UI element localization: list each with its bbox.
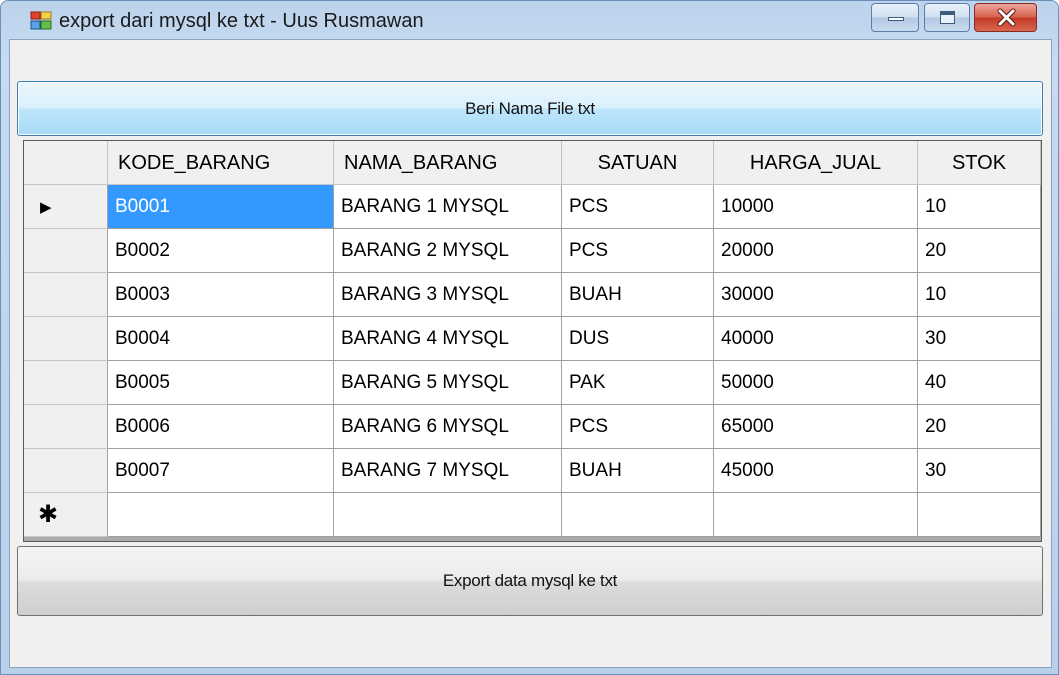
table-cell[interactable]: DUS bbox=[562, 317, 714, 361]
table-cell[interactable]: BUAH bbox=[562, 273, 714, 317]
close-icon bbox=[997, 8, 1016, 27]
new-row-cell[interactable] bbox=[108, 493, 334, 537]
app-window: export dari mysql ke txt - Uus Rusmawan … bbox=[0, 0, 1059, 675]
column-header-harga-jual[interactable]: HARGA_JUAL bbox=[714, 141, 918, 185]
name-file-button[interactable]: Beri Nama File txt bbox=[17, 81, 1043, 136]
row-header[interactable] bbox=[24, 229, 108, 273]
table-cell[interactable]: B0003 bbox=[108, 273, 334, 317]
table-cell[interactable]: 20 bbox=[918, 229, 1041, 273]
minimize-button[interactable] bbox=[871, 3, 919, 32]
table-cell[interactable]: 30 bbox=[918, 317, 1041, 361]
table-cell[interactable]: B0006 bbox=[108, 405, 334, 449]
new-row-cell[interactable] bbox=[334, 493, 562, 537]
current-row-indicator-icon: ▶ bbox=[40, 199, 52, 216]
row-header[interactable] bbox=[24, 449, 108, 493]
table-cell[interactable]: 50000 bbox=[714, 361, 918, 405]
column-header-nama-barang[interactable]: NAMA_BARANG bbox=[334, 141, 562, 185]
new-row-cell[interactable] bbox=[918, 493, 1041, 537]
title-bar[interactable]: export dari mysql ke txt - Uus Rusmawan bbox=[1, 1, 1058, 37]
data-grid[interactable]: KODE_BARANG NAMA_BARANG SATUAN HARGA_JUAL ST… bbox=[23, 140, 1042, 542]
row-header[interactable]: ▶ bbox=[24, 185, 108, 229]
table-cell[interactable]: B0007 bbox=[108, 449, 334, 493]
windows-forms-icon[interactable] bbox=[30, 9, 52, 31]
table-cell[interactable]: 40 bbox=[918, 361, 1041, 405]
table-cell[interactable]: 20 bbox=[918, 405, 1041, 449]
table-cell[interactable]: BARANG 7 MYSQL bbox=[334, 449, 562, 493]
table-cell[interactable]: BARANG 1 MYSQL bbox=[334, 185, 562, 229]
row-header[interactable] bbox=[24, 273, 108, 317]
table-cell[interactable]: B0002 bbox=[108, 229, 334, 273]
row-header[interactable] bbox=[24, 361, 108, 405]
maximize-icon bbox=[940, 11, 955, 24]
column-header-stok[interactable]: STOK bbox=[918, 141, 1041, 185]
table-cell[interactable]: BARANG 6 MYSQL bbox=[334, 405, 562, 449]
maximize-button[interactable] bbox=[924, 3, 970, 32]
table-cell[interactable]: 40000 bbox=[714, 317, 918, 361]
table-cell[interactable]: BARANG 4 MYSQL bbox=[334, 317, 562, 361]
table-cell[interactable]: BUAH bbox=[562, 449, 714, 493]
close-button[interactable] bbox=[974, 3, 1037, 32]
row-header[interactable] bbox=[24, 405, 108, 449]
table-cell[interactable]: B0004 bbox=[108, 317, 334, 361]
table-cell[interactable]: 30 bbox=[918, 449, 1041, 493]
grid-header-corner[interactable] bbox=[24, 141, 108, 185]
table-cell[interactable]: PCS bbox=[562, 229, 714, 273]
table-cell[interactable]: BARANG 2 MYSQL bbox=[334, 229, 562, 273]
table-cell[interactable]: PCS bbox=[562, 185, 714, 229]
table-cell[interactable]: B0001 bbox=[108, 185, 334, 229]
column-header-satuan[interactable]: SATUAN bbox=[562, 141, 714, 185]
table-cell[interactable]: BARANG 3 MYSQL bbox=[334, 273, 562, 317]
table-cell[interactable]: BARANG 5 MYSQL bbox=[334, 361, 562, 405]
column-header-kode-barang[interactable]: KODE_BARANG bbox=[108, 141, 334, 185]
table-cell[interactable]: 10 bbox=[918, 185, 1041, 229]
table-cell[interactable]: 20000 bbox=[714, 229, 918, 273]
table-cell[interactable]: 10000 bbox=[714, 185, 918, 229]
table-cell[interactable]: PCS bbox=[562, 405, 714, 449]
new-row-cell[interactable] bbox=[562, 493, 714, 537]
row-header[interactable] bbox=[24, 317, 108, 361]
new-row-header[interactable]: ✱ bbox=[24, 493, 108, 537]
new-row-cell[interactable] bbox=[714, 493, 918, 537]
table-cell[interactable]: 10 bbox=[918, 273, 1041, 317]
export-button[interactable]: Export data mysql ke txt bbox=[17, 546, 1043, 616]
new-row-indicator-icon: ✱ bbox=[38, 501, 59, 528]
table-cell[interactable]: 30000 bbox=[714, 273, 918, 317]
table-cell[interactable]: 65000 bbox=[714, 405, 918, 449]
table-cell[interactable]: PAK bbox=[562, 361, 714, 405]
minimize-icon bbox=[888, 17, 904, 21]
window-title: export dari mysql ke txt - Uus Rusmawan bbox=[59, 10, 424, 32]
table-cell[interactable]: B0005 bbox=[108, 361, 334, 405]
table-cell[interactable]: 45000 bbox=[714, 449, 918, 493]
